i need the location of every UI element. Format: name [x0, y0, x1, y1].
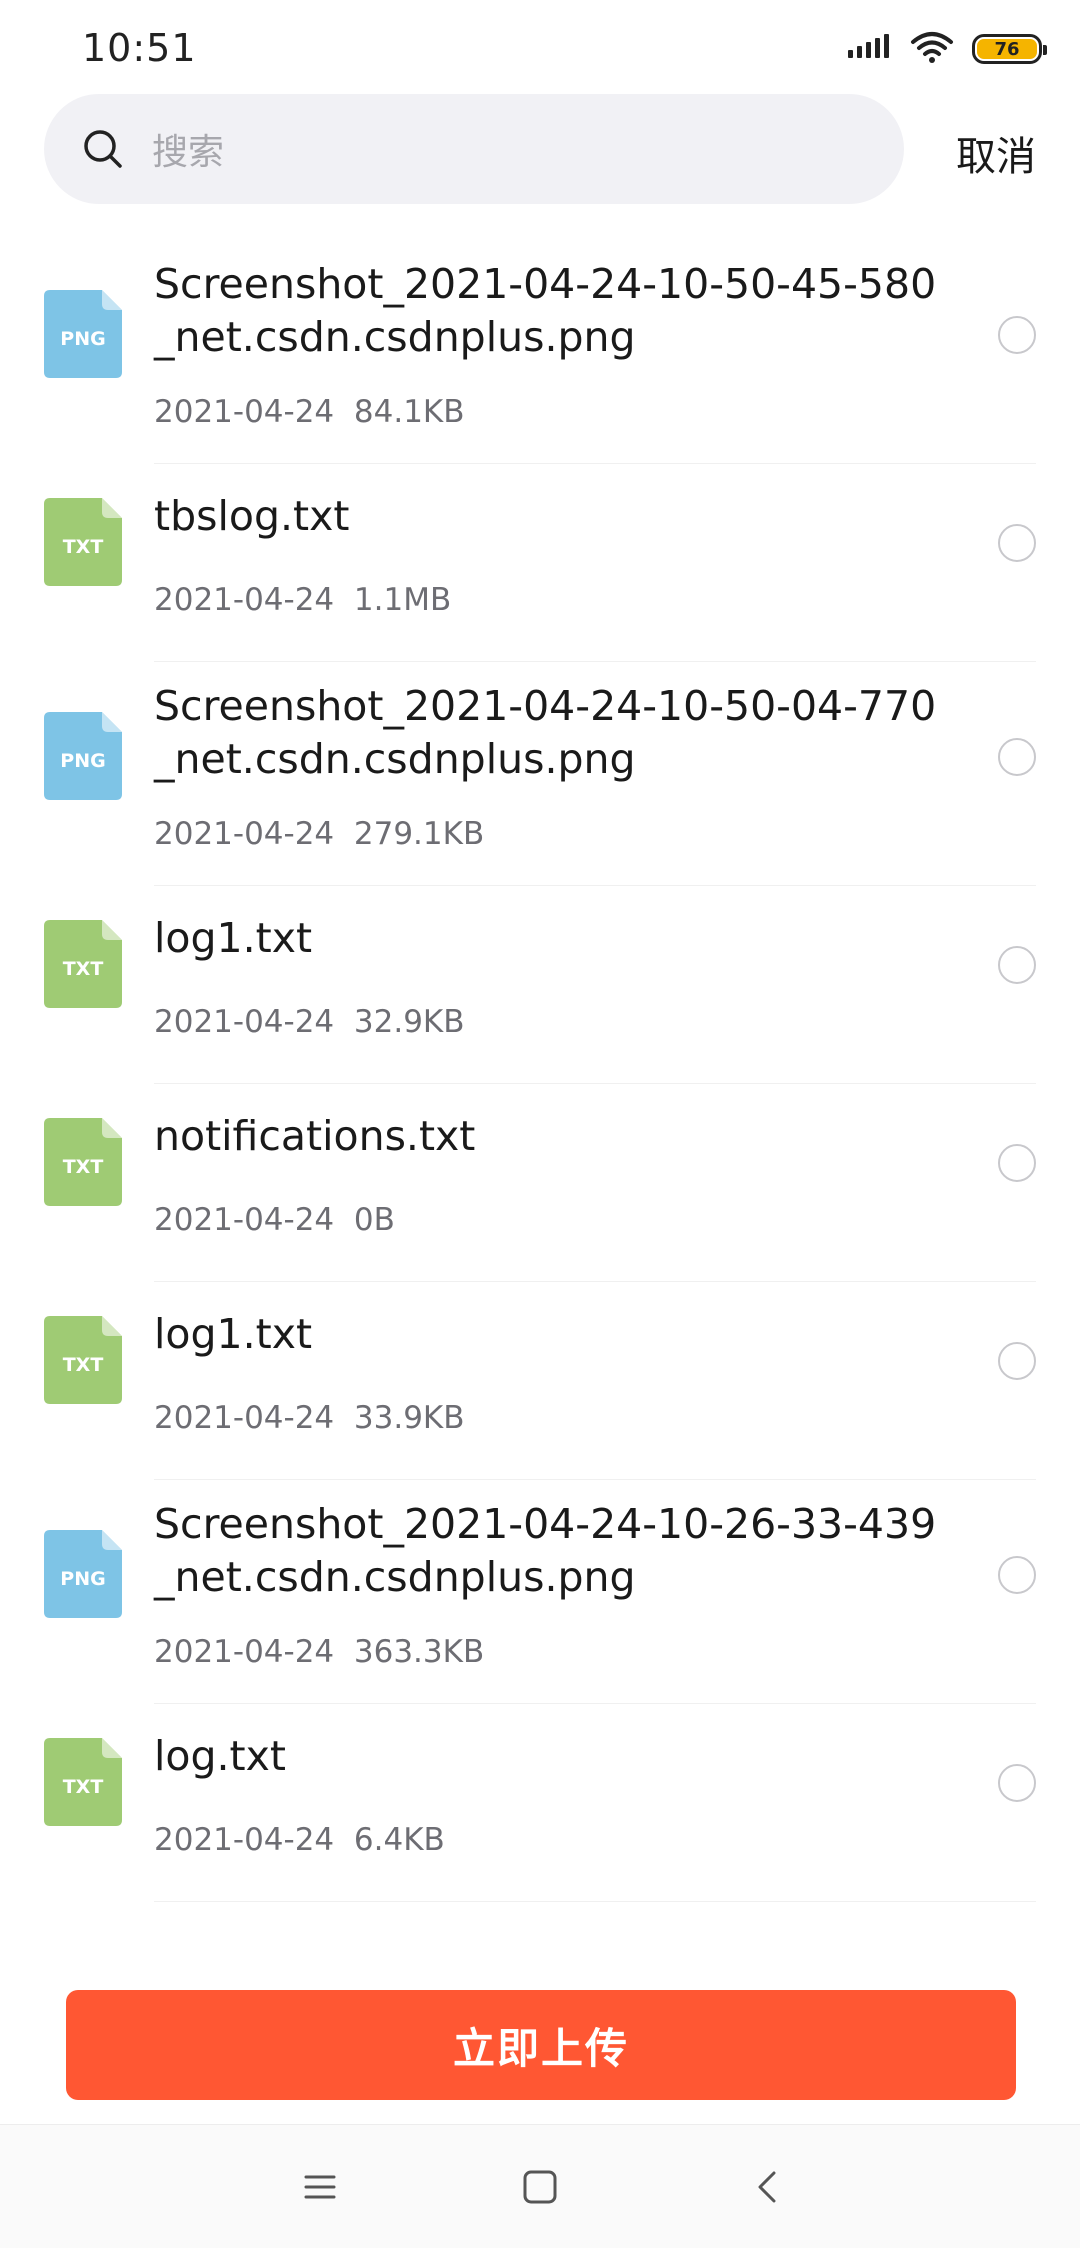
- file-list-item[interactable]: PNG Screenshot_2021-04-24-10-26-33-439_ne…: [0, 1480, 1080, 1704]
- status-time: 10:51: [82, 26, 197, 70]
- svg-text:TXT: TXT: [63, 1156, 104, 1178]
- svg-text:PNG: PNG: [60, 750, 105, 772]
- file-name: Screenshot_2021-04-24-10-50-04-770_net.c…: [154, 682, 937, 783]
- file-select-radio[interactable]: [998, 1556, 1036, 1594]
- txt-file-icon: TXT: [44, 1738, 122, 1826]
- search-icon: [84, 130, 122, 168]
- menu-icon[interactable]: [298, 2165, 342, 2209]
- file-meta: 2021-04-24 1.1MB: [154, 582, 451, 618]
- file-select-radio[interactable]: [998, 316, 1036, 354]
- txt-file-icon: TXT: [44, 498, 122, 586]
- upload-button[interactable]: 立即上传: [66, 1990, 1016, 2100]
- file-name: Screenshot_2021-04-24-10-50-45-580_net.c…: [154, 260, 937, 361]
- file-list-item[interactable]: TXT log1.txt 2021-04-24 32.9KB: [0, 886, 1080, 1084]
- txt-file-icon: TXT: [44, 920, 122, 1008]
- file-meta: 2021-04-24 33.9KB: [154, 1400, 465, 1436]
- back-icon[interactable]: [746, 2165, 790, 2209]
- file-select-radio[interactable]: [998, 1144, 1036, 1182]
- file-select-radio[interactable]: [998, 738, 1036, 776]
- svg-text:TXT: TXT: [63, 958, 104, 980]
- file-meta: 2021-04-24 84.1KB: [154, 394, 465, 430]
- file-name: log1.txt: [154, 914, 313, 962]
- file-select-radio[interactable]: [998, 1342, 1036, 1380]
- battery-level: 76: [977, 39, 1037, 60]
- file-size: 0B: [353, 1202, 395, 1238]
- file-size: 1.1MB: [353, 582, 452, 618]
- file-size: 32.9KB: [353, 1004, 465, 1040]
- file-size: 6.4KB: [353, 1822, 445, 1858]
- file-name: Screenshot_2021-04-24-10-26-33-439_net.c…: [154, 1500, 937, 1601]
- file-size: 33.9KB: [353, 1400, 465, 1436]
- file-date: 2021-04-24: [154, 1822, 335, 1858]
- file-name: notifications.txt: [154, 1112, 476, 1160]
- svg-text:TXT: TXT: [63, 1354, 104, 1376]
- file-list: PNG Screenshot_2021-04-24-10-50-45-580_ne…: [0, 240, 1080, 1902]
- search-input[interactable]: 搜索: [44, 94, 904, 204]
- search-placeholder: 搜索: [152, 132, 225, 173]
- file-date: 2021-04-24: [154, 394, 335, 430]
- file-name: log.txt: [154, 1732, 286, 1780]
- png-file-icon: PNG: [44, 712, 122, 800]
- file-list-item[interactable]: TXT notifications.txt 2021-04-24 0B: [0, 1084, 1080, 1282]
- battery-icon: 76: [972, 34, 1047, 64]
- svg-text:TXT: TXT: [63, 1776, 104, 1798]
- file-date: 2021-04-24: [154, 582, 335, 618]
- file-name: tbslog.txt: [154, 492, 350, 540]
- file-name: log1.txt: [154, 1310, 313, 1358]
- file-select-radio[interactable]: [998, 946, 1036, 984]
- wifi-icon: [910, 30, 954, 68]
- cancel-button[interactable]: 取消: [956, 124, 1036, 182]
- file-list-item[interactable]: PNG Screenshot_2021-04-24-10-50-04-770_ne…: [0, 662, 1080, 886]
- svg-text:PNG: PNG: [60, 328, 105, 350]
- home-icon[interactable]: [518, 2165, 562, 2209]
- file-date: 2021-04-24: [154, 1004, 335, 1040]
- png-file-icon: PNG: [44, 1530, 122, 1618]
- png-file-icon: PNG: [44, 290, 122, 378]
- navigation-bar: [0, 2124, 1080, 2248]
- status-bar: 10:51 76: [0, 0, 1080, 92]
- signal-icon: [846, 32, 892, 66]
- file-date: 2021-04-24: [154, 1634, 335, 1670]
- file-list-item[interactable]: PNG Screenshot_2021-04-24-10-50-45-580_ne…: [0, 240, 1080, 464]
- file-select-radio[interactable]: [998, 524, 1036, 562]
- file-meta: 2021-04-24 363.3KB: [154, 1634, 484, 1670]
- txt-file-icon: TXT: [44, 1316, 122, 1404]
- file-list-item[interactable]: TXT tbslog.txt 2021-04-24 1.1MB: [0, 464, 1080, 662]
- file-date: 2021-04-24: [154, 816, 335, 852]
- file-size: 363.3KB: [353, 1634, 485, 1670]
- file-list-item[interactable]: TXT log1.txt 2021-04-24 33.9KB: [0, 1282, 1080, 1480]
- file-meta: 2021-04-24 0B: [154, 1202, 395, 1238]
- svg-text:TXT: TXT: [63, 536, 104, 558]
- status-icons: 76: [846, 30, 1047, 68]
- file-date: 2021-04-24: [154, 1202, 335, 1238]
- file-meta: 2021-04-24 32.9KB: [154, 1004, 465, 1040]
- file-select-radio[interactable]: [998, 1764, 1036, 1802]
- file-size: 84.1KB: [353, 394, 465, 430]
- file-meta: 2021-04-24 6.4KB: [154, 1822, 445, 1858]
- file-date: 2021-04-24: [154, 1400, 335, 1436]
- row-divider: [154, 1901, 1036, 1902]
- file-meta: 2021-04-24 279.1KB: [154, 816, 484, 852]
- svg-text:PNG: PNG: [60, 1568, 105, 1590]
- file-size: 279.1KB: [353, 816, 485, 852]
- txt-file-icon: TXT: [44, 1118, 122, 1206]
- file-list-item[interactable]: TXT log.txt 2021-04-24 6.4KB: [0, 1704, 1080, 1902]
